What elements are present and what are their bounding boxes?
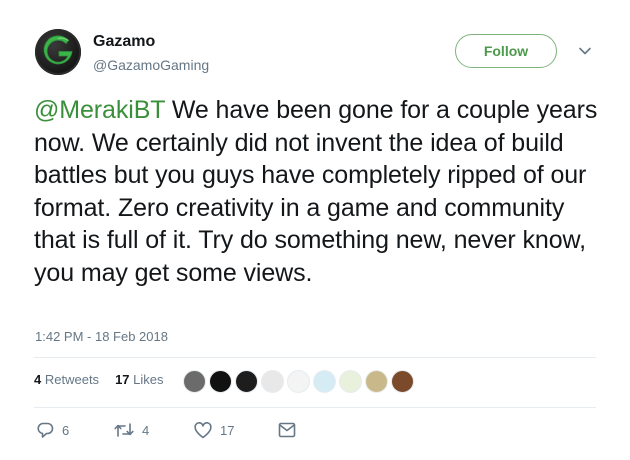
display-name[interactable]: Gazamo	[93, 33, 155, 51]
retweets-count: 4	[34, 372, 42, 387]
like-button[interactable]: 17	[194, 421, 278, 439]
timestamp[interactable]: 1:42 PM - 18 Feb 2018	[35, 329, 168, 344]
avatar[interactable]	[35, 29, 81, 75]
like-count: 17	[220, 422, 235, 438]
divider	[34, 407, 596, 408]
mention-link[interactable]: @MerakiBT	[34, 96, 165, 124]
envelope-icon	[278, 422, 296, 438]
retweets-stat[interactable]: 4 Retweets	[34, 372, 99, 387]
direct-message-button[interactable]	[278, 422, 296, 438]
liker-avatar[interactable]	[235, 370, 258, 393]
tweet-body: We have been gone for a couple years now…	[34, 96, 598, 287]
retweet-button[interactable]: 4	[114, 421, 194, 439]
liker-avatar[interactable]	[365, 370, 388, 393]
retweet-count: 4	[142, 422, 150, 438]
tweet-stats: 4 Retweets 17 Likes	[34, 372, 164, 387]
liker-avatar[interactable]	[261, 370, 284, 393]
retweets-label: Retweets	[44, 372, 100, 387]
user-handle[interactable]: @GazamoGaming	[93, 57, 209, 73]
liker-avatar[interactable]	[391, 370, 414, 393]
action-bar: 6 4 17	[36, 421, 296, 439]
follow-button[interactable]: Follow	[455, 34, 557, 68]
liker-avatar[interactable]	[287, 370, 310, 393]
reply-button[interactable]: 6	[36, 421, 114, 439]
gazamo-logo-icon	[43, 35, 73, 65]
chevron-down-icon[interactable]	[578, 44, 592, 58]
reply-count: 6	[62, 422, 70, 438]
liker-avatar[interactable]	[339, 370, 362, 393]
likes-count: 17	[115, 372, 130, 387]
retweet-icon	[114, 423, 134, 437]
liker-avatar[interactable]	[183, 370, 206, 393]
liker-avatar[interactable]	[313, 370, 336, 393]
divider	[34, 357, 596, 358]
likes-label: Likes	[133, 372, 164, 387]
heart-icon	[194, 421, 212, 438]
tweet-card: Gazamo @GazamoGaming Follow @MerakiBT We…	[0, 0, 630, 460]
liker-avatars	[183, 370, 414, 393]
likes-stat[interactable]: 17 Likes	[115, 372, 163, 387]
liker-avatar[interactable]	[209, 370, 232, 393]
reply-icon	[37, 422, 54, 438]
tweet-text: @MerakiBT We have been gone for a couple…	[34, 94, 604, 289]
